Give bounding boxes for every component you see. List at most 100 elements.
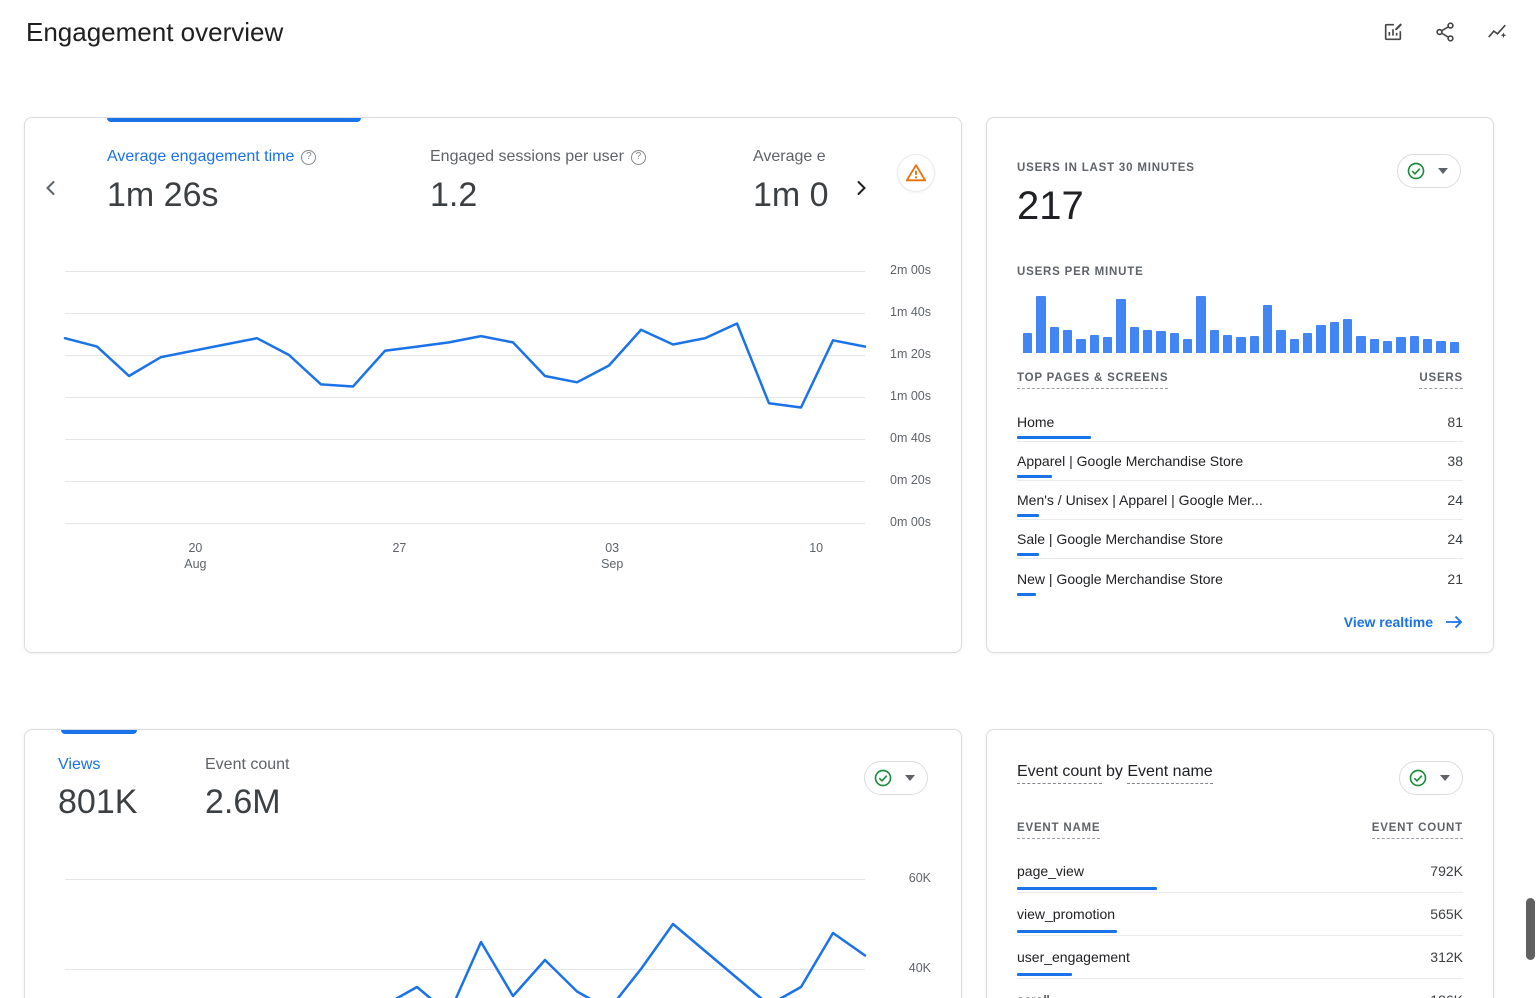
row-bar xyxy=(1017,593,1036,596)
chart-tab-views[interactable]: Views801K xyxy=(58,756,205,822)
metrics-next-button[interactable] xyxy=(847,174,875,202)
chevron-down-icon xyxy=(905,775,915,781)
minute-bar xyxy=(1316,325,1325,354)
dimension-selector[interactable]: Event name xyxy=(1127,763,1212,784)
page-header: Engagement overview xyxy=(0,0,1536,64)
top-pages-header[interactable]: TOP PAGES & SCREENS xyxy=(1017,372,1168,389)
scrollbar-thumb[interactable] xyxy=(1526,898,1535,960)
users-header[interactable]: USERS xyxy=(1419,372,1463,389)
metric-selector[interactable]: Event count xyxy=(1017,763,1102,784)
row-label: view_promotion xyxy=(1017,906,1115,922)
minute-bar xyxy=(1290,339,1299,353)
minute-bar xyxy=(1223,335,1232,353)
minute-bar xyxy=(1423,339,1432,353)
metric-tab-label: Average e xyxy=(753,148,849,166)
page-title: Engagement overview xyxy=(26,17,283,48)
share-icon[interactable] xyxy=(1430,17,1460,47)
row-value: 24 xyxy=(1447,531,1463,547)
events-table-card: Event count by Event name EVENT NAME EVE… xyxy=(986,729,1494,998)
data-quality-warning-icon[interactable] xyxy=(897,154,935,192)
row-label: Sale | Google Merchandise Store xyxy=(1017,531,1223,547)
customize-report-icon[interactable] xyxy=(1378,17,1408,47)
table-row[interactable]: page_view792K xyxy=(1017,850,1463,893)
row-value: 21 xyxy=(1447,571,1463,587)
views-chart-card: Views801KEvent count2.6M 60K40K xyxy=(24,729,962,998)
row-value: 312K xyxy=(1430,949,1463,965)
header-actions xyxy=(1378,17,1512,47)
event-rows: page_view792K view_promotion 565K user_enga… xyxy=(1017,850,1463,998)
selected-tab-indicator xyxy=(107,118,361,122)
metric-tab-engaged-sessions-per-user[interactable]: Engaged sessions per user?1.2 xyxy=(430,148,753,244)
row-bar xyxy=(1017,887,1157,890)
minute-bar xyxy=(1370,339,1379,353)
minute-bar xyxy=(1383,341,1392,354)
row-label: New | Google Merchandise Store xyxy=(1017,571,1223,587)
view-realtime-label: View realtime xyxy=(1344,614,1433,630)
chevron-down-icon xyxy=(1438,168,1448,174)
minute-bar xyxy=(1170,333,1179,353)
metric-tab-label: Average engagement time? xyxy=(107,148,430,166)
engagement-line-chart: 2m 00s1m 40s1m 20s1m 00s0m 40s0m 20s0m 0… xyxy=(25,258,961,598)
minute-bar xyxy=(1090,335,1099,353)
minute-bar xyxy=(1196,296,1205,353)
check-circle-icon xyxy=(873,768,893,788)
table-row[interactable]: Men's / Unisex | Apparel | Google Mer...… xyxy=(1017,481,1463,520)
table-row[interactable]: view_promotion 565K xyxy=(1017,893,1463,936)
events-status-dropdown[interactable] xyxy=(1399,761,1463,795)
row-value: 565K xyxy=(1430,906,1463,922)
table-row[interactable]: user_engagement 312K xyxy=(1017,936,1463,979)
minute-bar xyxy=(1356,336,1365,353)
event-count-header[interactable]: EVENT COUNT xyxy=(1372,822,1463,839)
minute-bar xyxy=(1143,330,1152,353)
minute-bar xyxy=(1183,339,1192,353)
table-row[interactable]: New | Google Merchandise Store 21 xyxy=(1017,559,1463,598)
chevron-down-icon xyxy=(1440,775,1450,781)
row-value: 81 xyxy=(1447,414,1463,430)
table-row[interactable]: scroll186K xyxy=(1017,979,1463,998)
row-label: user_engagement xyxy=(1017,949,1130,965)
chart-tab-event-count[interactable]: Event count2.6M xyxy=(205,756,352,822)
row-label: page_view xyxy=(1017,863,1084,879)
views-line-chart: 60K40K xyxy=(25,840,961,998)
row-bar xyxy=(1017,514,1039,517)
minute-bar xyxy=(1130,327,1139,353)
minute-bar xyxy=(1303,333,1312,353)
metrics-prev-button[interactable] xyxy=(37,174,65,202)
minute-bar xyxy=(1036,296,1045,353)
users-per-minute-chart xyxy=(1023,296,1459,353)
row-bar xyxy=(1017,973,1072,976)
metric-tab-value: 1m 0 xyxy=(753,176,849,215)
realtime-status-dropdown[interactable] xyxy=(1397,154,1461,188)
minute-bar xyxy=(1410,336,1419,353)
metric-tab-average-engagement-time[interactable]: Average engagement time?1m 26s xyxy=(107,148,430,244)
row-bar xyxy=(1017,475,1052,478)
table-row[interactable]: Apparel | Google Merchandise Store38 xyxy=(1017,442,1463,481)
line-series xyxy=(25,840,962,998)
minute-bar xyxy=(1450,342,1459,353)
table-row[interactable]: Home 81 xyxy=(1017,403,1463,442)
minute-bar xyxy=(1236,337,1245,353)
line-series xyxy=(25,258,962,598)
users-per-minute-title: USERS PER MINUTE xyxy=(1017,266,1144,278)
view-realtime-link[interactable]: View realtime xyxy=(1344,614,1463,630)
help-icon: ? xyxy=(301,150,316,165)
row-label: scroll xyxy=(1017,992,1050,998)
views-status-dropdown[interactable] xyxy=(864,761,928,795)
check-circle-icon xyxy=(1408,768,1428,788)
minute-bar xyxy=(1250,336,1259,353)
event-name-header[interactable]: EVENT NAME xyxy=(1017,822,1100,839)
minute-bar xyxy=(1396,337,1405,353)
engagement-metrics-card: Average engagement time?1m 26sEngaged se… xyxy=(24,117,962,653)
minute-bar xyxy=(1156,331,1165,353)
metric-tab-average-e[interactable]: Average e 1m 0 xyxy=(753,148,849,244)
table-row[interactable]: Sale | Google Merchandise Store 24 xyxy=(1017,520,1463,559)
realtime-users-count: 217 xyxy=(1017,184,1084,229)
row-label: Home xyxy=(1017,414,1054,430)
realtime-rows: Home 81 Apparel | Google Merchandise Store… xyxy=(1017,403,1463,598)
minute-bar xyxy=(1103,337,1112,353)
row-value: 38 xyxy=(1447,453,1463,469)
title-joiner: by xyxy=(1106,763,1123,780)
views-tabs: Views801KEvent count2.6M xyxy=(58,756,352,822)
insights-icon[interactable] xyxy=(1482,17,1512,47)
metric-tabs: Average engagement time?1m 26sEngaged se… xyxy=(107,148,849,244)
